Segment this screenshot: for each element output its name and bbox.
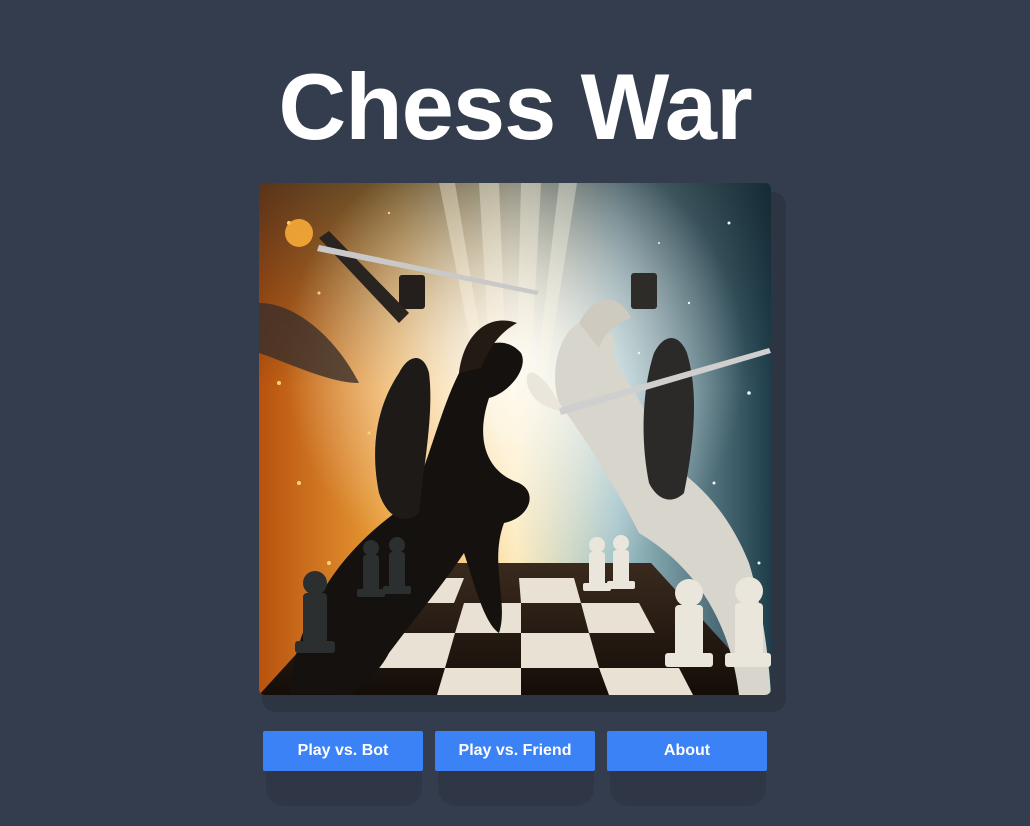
play-vs-friend-button[interactable]: Play vs. Friend — [435, 731, 595, 771]
main-menu-screen: Chess War Play vs. Bot Play vs. Friend A… — [0, 0, 1030, 826]
about-button[interactable]: About — [607, 731, 767, 771]
play-vs-bot-button[interactable]: Play vs. Bot — [263, 731, 423, 771]
hero-image — [259, 183, 771, 695]
page-title: Chess War — [278, 54, 752, 159]
chess-battle-illustration — [259, 183, 771, 695]
